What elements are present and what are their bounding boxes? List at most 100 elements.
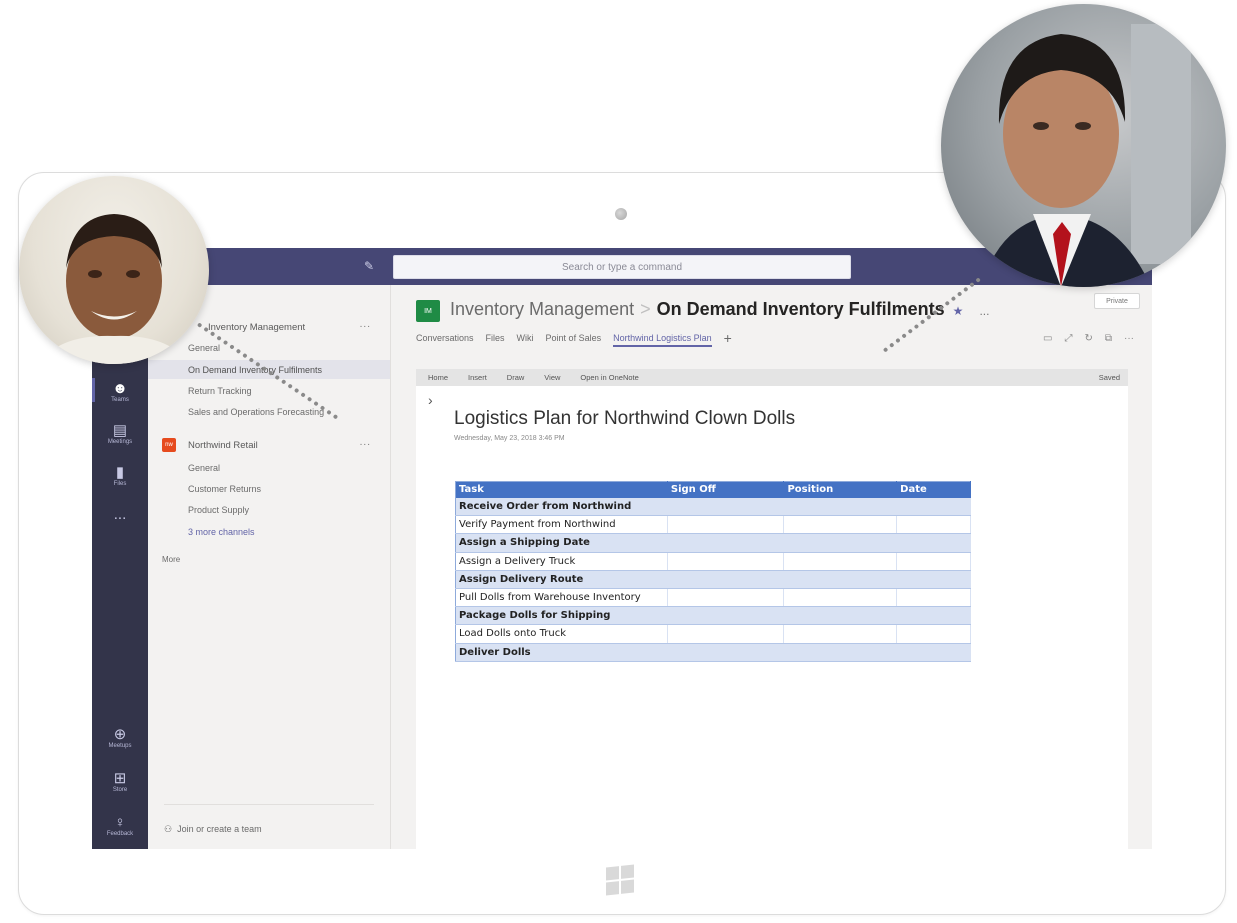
- table-cell[interactable]: [667, 497, 785, 517]
- app-bar-meetings[interactable]: ▤ Meetings: [92, 423, 148, 446]
- tab-northwind-logistics-plan[interactable]: Northwind Logistics Plan: [613, 333, 712, 347]
- tab-files[interactable]: Files: [486, 333, 505, 343]
- compose-icon[interactable]: ✎: [364, 259, 378, 273]
- table-cell[interactable]: [667, 624, 785, 644]
- table-cell[interactable]: [667, 552, 785, 571]
- ribbon-draw[interactable]: Draw: [507, 373, 525, 382]
- table-row[interactable]: Load Dolls onto Truck: [455, 624, 971, 644]
- channel-more-icon[interactable]: ...: [979, 304, 989, 318]
- app-bar-teams[interactable]: ☻ Teams: [92, 378, 148, 403]
- more-icon: ...: [113, 506, 127, 523]
- app-bar-feedback[interactable]: ♀ Feedback: [92, 815, 148, 838]
- team-northwind-retail[interactable]: Northwind Retail ...: [148, 435, 391, 455]
- table-cell[interactable]: [783, 570, 898, 589]
- note-title[interactable]: Logistics Plan for Northwind Clown Dolls: [454, 408, 795, 430]
- table-cell[interactable]: [896, 515, 971, 535]
- table-cell[interactable]: Package Dolls for Shipping: [455, 606, 668, 626]
- tab-point-of-sales[interactable]: Point of Sales: [546, 333, 602, 343]
- table-cell[interactable]: [667, 606, 785, 626]
- table-cell[interactable]: [896, 497, 971, 517]
- table-cell[interactable]: Verify Payment from Northwind: [455, 515, 668, 535]
- popout-icon[interactable]: ⧉: [1105, 333, 1112, 344]
- table-cell[interactable]: [783, 497, 898, 517]
- table-row[interactable]: Receive Order from Northwind: [455, 497, 971, 517]
- table-cell[interactable]: Load Dolls onto Truck: [455, 624, 668, 644]
- channel-customer-returns[interactable]: Customer Returns: [188, 484, 261, 494]
- ribbon-insert[interactable]: Insert: [468, 373, 487, 382]
- add-tab-button[interactable]: +: [724, 331, 732, 345]
- table-cell[interactable]: [783, 533, 898, 553]
- tab-strip: Conversations Files Wiki Point of Sales …: [416, 331, 732, 349]
- team-name: Northwind Retail: [188, 439, 258, 451]
- more-teams-link[interactable]: More: [162, 555, 180, 564]
- table-cell[interactable]: [896, 588, 971, 608]
- team-more-icon[interactable]: ...: [360, 319, 371, 330]
- table-cell[interactable]: [896, 624, 971, 644]
- table-cell[interactable]: Deliver Dolls: [455, 643, 668, 662]
- table-cell[interactable]: [783, 515, 898, 535]
- table-cell[interactable]: Assign Delivery Route: [455, 570, 668, 589]
- expand-icon[interactable]: ⤢: [1064, 333, 1072, 344]
- refresh-icon[interactable]: ↻: [1084, 333, 1092, 344]
- app-bar-more[interactable]: ...: [92, 507, 148, 523]
- main-pane: IM Inventory Management > On Demand Invent…: [392, 285, 1152, 849]
- table-cell[interactable]: [783, 624, 898, 644]
- table-row[interactable]: Pull Dolls from Warehouse Inventory: [455, 588, 971, 608]
- table-cell[interactable]: [896, 552, 971, 571]
- app-bar-files[interactable]: ▮ Files: [92, 465, 148, 488]
- table-cell[interactable]: [667, 643, 785, 662]
- table-cell[interactable]: [896, 570, 971, 589]
- channel-product-supply[interactable]: Product Supply: [188, 505, 249, 515]
- table-row[interactable]: Package Dolls for Shipping: [455, 606, 971, 626]
- channel-general[interactable]: General: [188, 343, 220, 353]
- table-cell[interactable]: [783, 643, 898, 662]
- table-cell[interactable]: Assign a Shipping Date: [455, 533, 668, 553]
- tab-more-icon[interactable]: ···: [1124, 333, 1134, 344]
- table-cell[interactable]: [667, 533, 785, 553]
- table-header-row: Task Sign Off Position Date: [455, 481, 971, 498]
- table-cell[interactable]: [667, 588, 785, 608]
- table-header: Position: [783, 481, 898, 498]
- ribbon-view[interactable]: View: [544, 373, 560, 382]
- avatar: [19, 176, 209, 364]
- favorite-star-icon[interactable]: ★: [953, 304, 964, 318]
- page-root: { "app": { "search_placeholder": "Search…: [0, 0, 1237, 923]
- table-row[interactable]: Assign a Delivery Truck: [455, 552, 971, 571]
- table-cell[interactable]: Pull Dolls from Warehouse Inventory: [455, 588, 668, 608]
- table-cell[interactable]: Receive Order from Northwind: [455, 497, 668, 517]
- search-input[interactable]: Search or type a command: [393, 255, 851, 279]
- onenote-page: › Logistics Plan for Northwind Clown Dol…: [416, 386, 1128, 849]
- ribbon-open-in-onenote[interactable]: Open in OneNote: [580, 373, 638, 382]
- tab-conversations[interactable]: Conversations: [416, 333, 474, 343]
- table-cell[interactable]: [783, 552, 898, 571]
- breadcrumb-team[interactable]: Inventory Management: [450, 299, 634, 319]
- table-row[interactable]: Assign a Shipping Date: [455, 533, 971, 553]
- channel-general-2[interactable]: General: [188, 463, 220, 473]
- table-cell[interactable]: [783, 588, 898, 608]
- table-row[interactable]: Verify Payment from Northwind: [455, 515, 971, 535]
- channel-return-tracking[interactable]: Return Tracking: [188, 386, 252, 396]
- task-table[interactable]: Task Sign Off Position Date Receive Orde…: [455, 481, 971, 662]
- table-row[interactable]: Assign Delivery Route: [455, 570, 971, 589]
- tab-wiki[interactable]: Wiki: [517, 333, 534, 343]
- more-channels-link[interactable]: 3 more channels: [188, 527, 255, 537]
- app-bar-meetups[interactable]: ⊕ Meetups: [92, 727, 148, 750]
- table-cell[interactable]: [667, 570, 785, 589]
- channel-sales-forecasting[interactable]: Sales and Operations Forecasting: [188, 407, 324, 417]
- app-bar-store[interactable]: ⊞ Store: [92, 771, 148, 794]
- team-more-icon[interactable]: ...: [360, 437, 371, 448]
- table-cell[interactable]: [896, 533, 971, 553]
- onenote-ribbon: Home Insert Draw View Open in OneNote Sa…: [416, 369, 1128, 386]
- table-cell[interactable]: [667, 515, 785, 535]
- avatar: [941, 4, 1226, 287]
- conversation-icon[interactable]: ▭: [1043, 333, 1052, 344]
- join-create-team[interactable]: ⚇ Join or create a team: [164, 824, 262, 835]
- team-name: Inventory Management: [208, 321, 306, 333]
- table-cell[interactable]: Assign a Delivery Truck: [455, 552, 668, 571]
- table-cell[interactable]: [783, 606, 898, 626]
- chevron-right-icon[interactable]: ›: [428, 392, 433, 408]
- table-cell[interactable]: [896, 606, 971, 626]
- ribbon-home[interactable]: Home: [428, 373, 448, 382]
- table-row[interactable]: Deliver Dolls: [455, 643, 971, 662]
- table-cell[interactable]: [896, 643, 971, 662]
